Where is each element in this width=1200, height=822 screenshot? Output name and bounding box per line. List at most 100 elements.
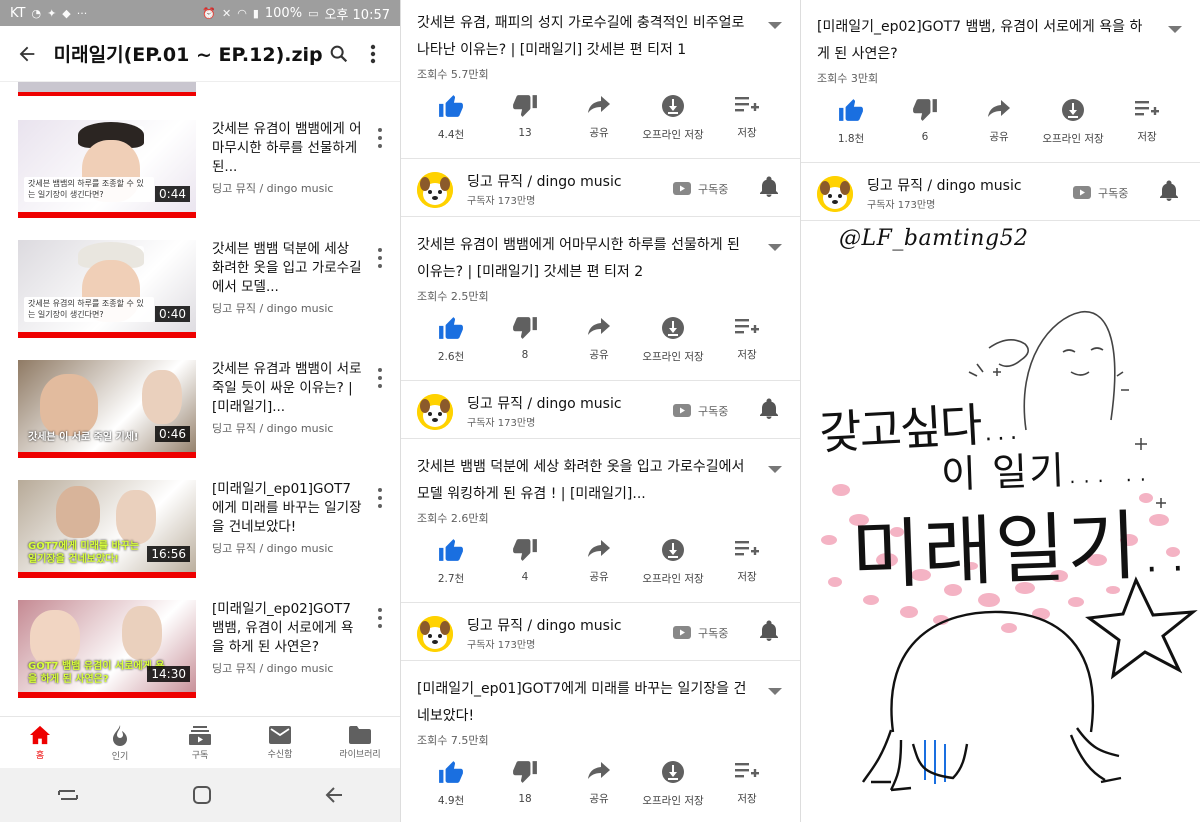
notification-bell-icon[interactable] [759, 398, 779, 424]
expand-description-icon[interactable] [768, 688, 782, 695]
home-button-icon[interactable] [192, 785, 212, 805]
item-menu-button[interactable] [372, 366, 388, 390]
overflow-menu-button[interactable] [356, 34, 390, 74]
like-button[interactable]: 4.4천 [413, 94, 489, 142]
offline-save-button[interactable]: 오프라인 저장 [635, 94, 711, 142]
channel-avatar[interactable] [417, 616, 453, 652]
offline-save-button[interactable]: 오프라인 저장 [635, 316, 711, 364]
video-title[interactable]: 갓세븐 뱀뱀 덕분에 세상 화려한 옷을 입고 가로수길에서 모델... [212, 240, 362, 297]
nav-trending[interactable]: 인기 [80, 717, 160, 768]
subscribed-button[interactable]: 구독중 [698, 403, 728, 419]
dislike-button[interactable]: 8 [487, 316, 563, 361]
video-title[interactable]: 갓세븐 뱀뱀 덕분에 세상 화려한 옷을 입고 가로수길에서 모델 워킹하게 된… [417, 454, 747, 509]
channel-avatar[interactable] [417, 394, 453, 430]
share-button[interactable]: 공유 [561, 316, 637, 362]
action-label: 오프라인 저장 [642, 795, 704, 807]
nav-home[interactable]: 홈 [0, 717, 80, 768]
nav-subscriptions[interactable]: 구독 [160, 717, 240, 768]
back-button[interactable] [10, 34, 44, 74]
dislike-icon [512, 316, 538, 344]
channel-row[interactable]: 딩고 뮤직 / dingo music 구독자 173만명 구독중 [401, 610, 800, 662]
video-title[interactable]: [미래일기_ep02]GOT7 뱀뱀, 유겸이 서로에게 욕을 하게 된 사연은… [212, 600, 362, 657]
watched-progress-bar [18, 692, 196, 698]
share-icon [587, 760, 611, 786]
playlist-item[interactable]: GOT7에게 미래를 바꾸는 일기장을 건네보았다! 16:56 [미래일기_e… [0, 480, 400, 590]
like-icon [438, 760, 464, 788]
item-menu-button[interactable] [372, 126, 388, 150]
save-to-playlist-button[interactable]: 저장 [709, 316, 785, 362]
back-button-icon[interactable] [324, 785, 344, 805]
dislike-icon [512, 94, 538, 122]
channel-name[interactable]: 딩고 뮤직 / dingo music [467, 171, 622, 191]
dislike-button[interactable]: 18 [487, 760, 563, 805]
expand-description-icon[interactable] [768, 466, 782, 473]
dislike-button[interactable]: 13 [487, 94, 563, 139]
offline-save-button[interactable]: 오프라인 저장 [635, 760, 711, 808]
video-title[interactable]: [미래일기_ep01]GOT7에게 미래를 바꾸는 일기장을 건네보았다! [212, 480, 362, 537]
playlist-item[interactable]: 갓세븐 유겸의 하루를 조종할 수 있는 일기장이 생긴다면? 0:40 갓세븐… [0, 240, 400, 350]
share-button[interactable]: 공유 [561, 760, 637, 806]
offline-save-button[interactable]: 오프라인 저장 [635, 538, 711, 586]
partial-thumbnail[interactable] [18, 82, 196, 96]
action-label: 공유 [589, 349, 609, 361]
nav-label: 구독 [191, 750, 209, 761]
playlist-item[interactable]: 갓세븐 이 서로 죽일 기세! 0:46 갓세븐 유겸과 뱀뱀이 서로 죽일 듯… [0, 360, 400, 470]
notification-bell-icon[interactable] [759, 176, 779, 202]
subscribed-button[interactable]: 구독중 [698, 181, 728, 197]
channel-name: 딩고 뮤직 / dingo music [212, 542, 334, 555]
action-label: 오프라인 저장 [642, 129, 704, 141]
watched-progress-bar [18, 332, 196, 338]
channel-name[interactable]: 딩고 뮤직 / dingo music [467, 615, 622, 635]
recent-apps-icon[interactable] [56, 786, 80, 804]
save-to-playlist-button[interactable]: 저장 [709, 94, 785, 140]
share-icon [587, 538, 611, 564]
playlist-item[interactable]: GOT7 뱀뱀 유겸이 서로에게 욕을 하게 된 사연은? 14:30 [미래일… [0, 600, 400, 710]
system-navigation-bar [0, 768, 400, 822]
like-button[interactable]: 4.9천 [413, 760, 489, 808]
video-title[interactable]: [미래일기_ep01]GOT7에게 미래를 바꾸는 일기장을 건네보았다! [417, 676, 747, 731]
thumbnail-figure [56, 486, 100, 538]
channel-row[interactable]: 딩고 뮤직 / dingo music 구독자 173만명 구독중 [401, 166, 800, 218]
action-label: 공유 [589, 127, 609, 139]
dislike-button[interactable]: 4 [487, 538, 563, 583]
nav-inbox[interactable]: 수신함 [240, 717, 320, 768]
clock: 오후 10:57 [324, 7, 390, 23]
notification-bell-icon[interactable] [759, 620, 779, 646]
expand-description-icon[interactable] [768, 22, 782, 29]
like-button[interactable]: 2.6천 [413, 316, 489, 364]
channel-avatar[interactable] [417, 172, 453, 208]
video-thumbnail[interactable]: GOT7에게 미래를 바꾸는 일기장을 건네보았다! 16:56 [18, 480, 196, 578]
item-menu-button[interactable] [372, 246, 388, 270]
video-title[interactable]: 갓세븐 유겸이 뱀뱀에게 어마무시한 하루를 선물하게 된 이유는? | [미래… [417, 232, 747, 287]
save-to-playlist-button[interactable]: 저장 [709, 760, 785, 806]
share-button[interactable]: 공유 [561, 94, 637, 140]
item-menu-button[interactable] [372, 486, 388, 510]
video-thumbnail[interactable]: 갓세븐 유겸의 하루를 조종할 수 있는 일기장이 생긴다면? 0:40 [18, 240, 196, 338]
subscribed-button[interactable]: 구독중 [698, 625, 728, 641]
video-title[interactable]: 갓세븐 유겸이 뱀뱀에게 어마무시한 하루를 선물하게 된... [212, 120, 362, 177]
thumbnail-figure [142, 370, 182, 424]
action-label: 4 [521, 571, 529, 583]
item-menu-button[interactable] [372, 606, 388, 630]
action-label: 8 [521, 349, 529, 361]
playlist-add-icon [734, 760, 760, 786]
video-thumbnail[interactable]: 갓세븐 뱀뱀의 하루를 조종할 수 있는 일기장이 생긴다면? 0:44 [18, 120, 196, 218]
playlist-item[interactable]: 갓세븐 뱀뱀의 하루를 조종할 수 있는 일기장이 생긴다면? 0:44 갓세븐… [0, 120, 400, 230]
search-button[interactable] [323, 34, 357, 74]
video-title[interactable]: 갓세븐 유겸과 뱀뱀이 서로 죽일 듯이 싸운 이유는? | [미래일기]... [212, 360, 362, 417]
inbox-icon [269, 725, 291, 744]
video-thumbnail[interactable]: 갓세븐 이 서로 죽일 기세! 0:46 [18, 360, 196, 458]
like-button[interactable]: 2.7천 [413, 538, 489, 586]
subscriptions-icon [189, 725, 211, 745]
channel-row[interactable]: 딩고 뮤직 / dingo music 구독자 173만명 구독중 [401, 388, 800, 440]
video-thumbnail[interactable]: GOT7 뱀뱀 유겸이 서로에게 욕을 하게 된 사연은? 14:30 [18, 600, 196, 698]
playlist-add-icon [734, 538, 760, 564]
save-to-playlist-button[interactable]: 저장 [709, 538, 785, 584]
video-title[interactable]: 갓세븐 유겸, 패피의 성지 가로수길에 충격적인 비주얼로 나타난 이유는? … [417, 10, 747, 65]
nav-label: 수신함 [267, 749, 293, 760]
expand-description-icon[interactable] [768, 244, 782, 251]
action-label: 18 [518, 793, 532, 805]
nav-library[interactable]: 라이브러리 [320, 717, 400, 768]
share-button[interactable]: 공유 [561, 538, 637, 584]
channel-name[interactable]: 딩고 뮤직 / dingo music [467, 393, 622, 413]
